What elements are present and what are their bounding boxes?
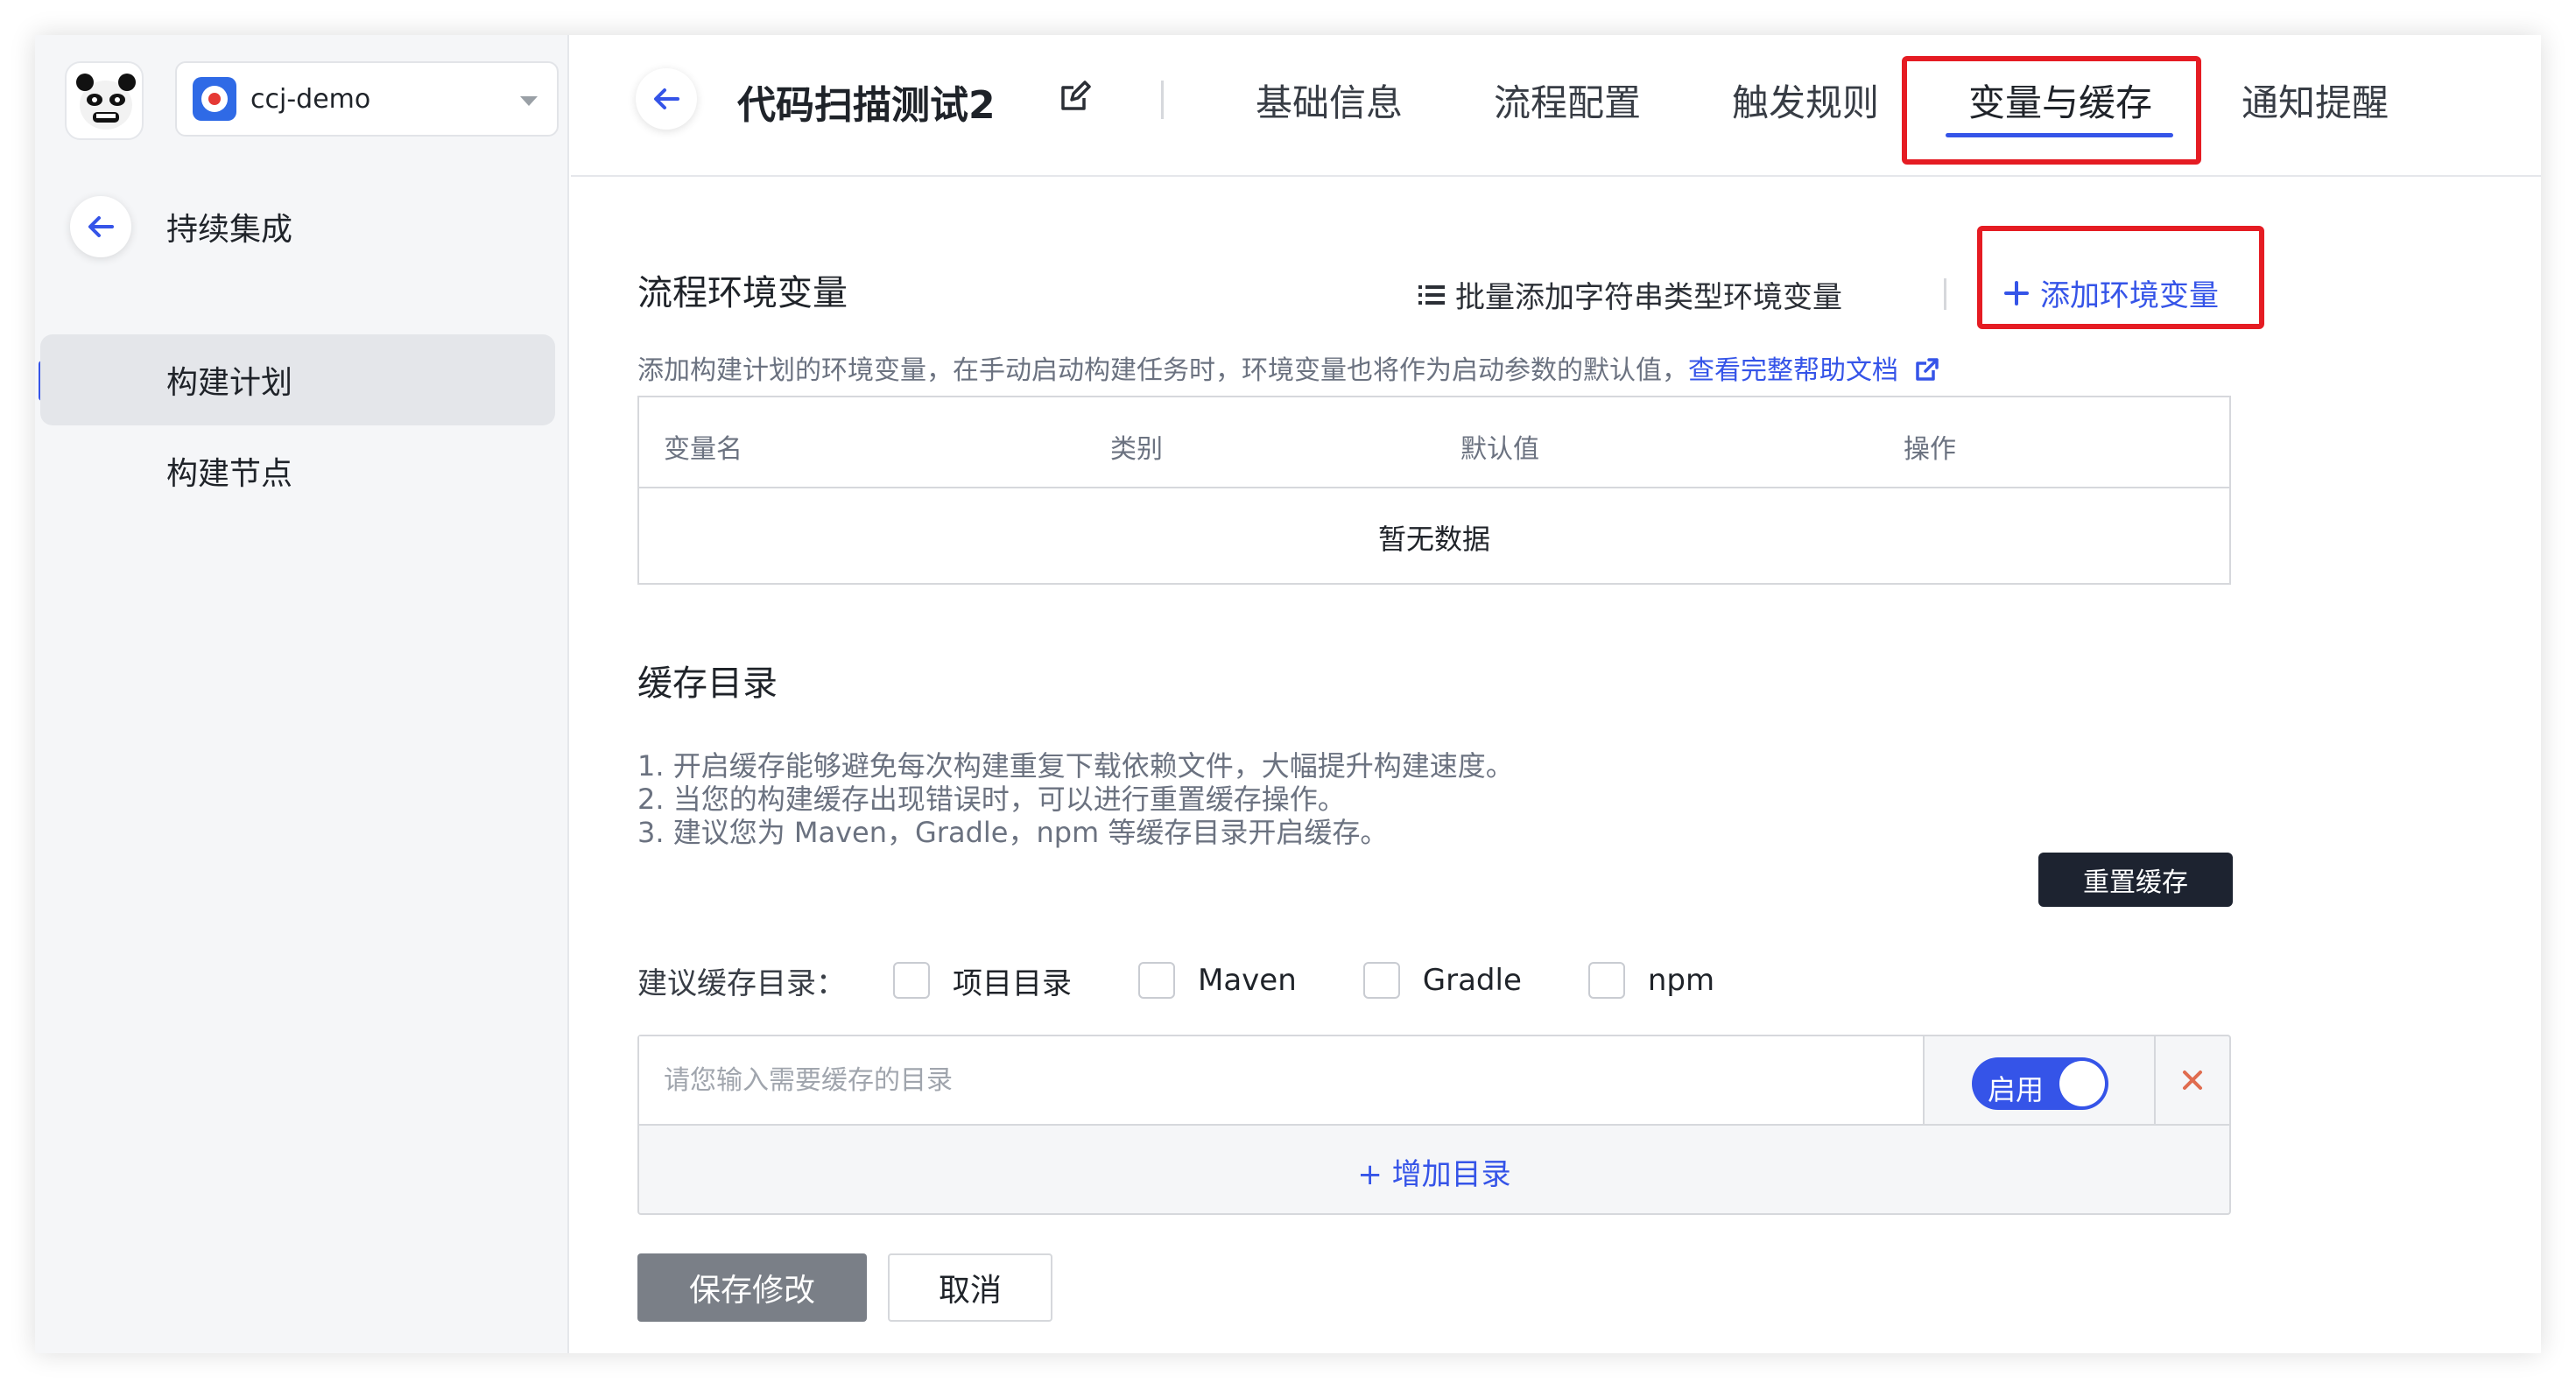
checkbox[interactable]: [1362, 962, 1400, 999]
cache-tips: 1. 开启缓存能够避免每次构建重复下载依赖文件，大幅提升构建速度。 2. 当您的…: [637, 749, 1514, 849]
back-to-ci[interactable]: 持续集成: [70, 196, 292, 257]
option-label: Gradle: [1422, 963, 1522, 998]
app-window: ccj-demo 持续集成 构建计划 构建节点 代码扫描测试2 基础信息 流程配…: [35, 35, 2541, 1353]
cache-dir-editor: 启用 + 增加目录: [637, 1035, 2231, 1215]
save-button[interactable]: 保存修改: [637, 1253, 867, 1322]
add-dir-button[interactable]: + 增加目录: [639, 1127, 2229, 1215]
tab-highlight-box: [1902, 56, 2201, 165]
project-icon: [193, 77, 236, 121]
option-label: Maven: [1198, 963, 1297, 998]
suggested-dirs-label: 建议缓存目录：: [637, 965, 846, 1001]
project-selector[interactable]: ccj-demo: [175, 61, 559, 137]
page-title: 代码扫描测试2: [737, 83, 996, 128]
table-header: 变量名 类别 默认值 操作: [639, 397, 2229, 488]
option-npm[interactable]: npm: [1587, 962, 1715, 999]
arrow-left-icon: [88, 216, 114, 237]
column-header-name: 变量名: [664, 434, 743, 465]
enable-toggle[interactable]: 启用: [1972, 1057, 2108, 1110]
suggested-cache-dirs: 建议缓存目录： 项目目录 Maven Gradle npm: [637, 958, 1781, 1003]
env-description: 添加构建计划的环境变量，在手动启动构建任务时，环境变量也将作为启动参数的默认值，…: [637, 348, 1940, 387]
edit-icon: [1061, 81, 1091, 110]
header-divider: [1161, 81, 1164, 119]
batch-add-env-button[interactable]: 批量添加字符串类型环境变量: [1417, 273, 1842, 316]
cancel-button[interactable]: 取消: [888, 1253, 1052, 1322]
cache-tip: 1. 开启缓存能够避免每次构建重复下载依赖文件，大幅提升构建速度。: [637, 749, 1514, 783]
env-section-title: 流程环境变量: [637, 273, 848, 313]
tab-notifications[interactable]: 通知提醒: [2242, 74, 2389, 127]
sidebar-item-label: 构建节点: [166, 456, 293, 492]
tab-trigger-rules[interactable]: 触发规则: [1732, 74, 1879, 127]
arrow-left-icon: [654, 88, 679, 109]
reset-cache-button[interactable]: 重置缓存: [2038, 853, 2233, 907]
cache-dir-input[interactable]: [639, 1036, 1925, 1126]
option-label: 项目目录: [953, 965, 1072, 1001]
sidebar-item-build-nodes[interactable]: 构建节点: [40, 425, 555, 516]
sidebar-item-build-plan[interactable]: 构建计划: [40, 334, 555, 425]
env-description-text: 添加构建计划的环境变量，在手动启动构建任务时，环境变量也将作为启动参数的默认值，: [637, 355, 1688, 386]
help-doc-link-label: 查看完整帮助文档: [1688, 355, 1898, 386]
batch-add-env-label: 批量添加字符串类型环境变量: [1455, 280, 1842, 315]
option-maven[interactable]: Maven: [1138, 962, 1297, 999]
table-empty-state: 暂无数据: [1377, 523, 1490, 556]
header-back-button[interactable]: [636, 68, 697, 130]
toggle-label: 启用: [1988, 1073, 2045, 1106]
checkbox[interactable]: [893, 962, 930, 999]
toggle-cell: 启用: [1925, 1036, 2156, 1126]
option-gradle[interactable]: Gradle: [1362, 962, 1522, 999]
toggle-knob: [2059, 1061, 2105, 1106]
action-divider: [1944, 278, 1946, 310]
panda-avatar-icon: [76, 74, 136, 130]
project-name: ccj-demo: [250, 83, 371, 115]
sidebar: ccj-demo 持续集成 构建计划 构建节点: [35, 35, 569, 1353]
option-label: npm: [1647, 963, 1715, 998]
env-variable-table: 变量名 类别 默认值 操作 暂无数据: [637, 396, 2231, 585]
column-header-type: 类别: [1110, 434, 1163, 465]
add-env-highlight-box: [1977, 226, 2264, 329]
cache-tip: 3. 建议您为 Maven，Gradle，npm 等缓存目录开启缓存。: [637, 816, 1389, 849]
sidebar-item-label: 构建计划: [166, 365, 293, 401]
chevron-down-icon: [520, 96, 538, 106]
cache-section-title: 缓存目录: [637, 663, 778, 704]
remove-dir-button[interactable]: [2156, 1036, 2229, 1126]
user-avatar[interactable]: [65, 61, 144, 140]
tab-flow-config[interactable]: 流程配置: [1494, 74, 1641, 127]
checkbox[interactable]: [1138, 962, 1175, 999]
checkbox[interactable]: [1587, 962, 1625, 999]
help-doc-link[interactable]: 查看完整帮助文档: [1688, 355, 1940, 386]
list-icon: [1418, 284, 1445, 305]
column-header-default: 默认值: [1460, 434, 1539, 465]
page-header: 代码扫描测试2 基础信息 流程配置 触发规则 变量与缓存 通知提醒: [571, 35, 2541, 177]
close-icon: [2183, 1071, 2202, 1090]
back-button[interactable]: [70, 196, 131, 257]
tab-basic-info[interactable]: 基础信息: [1256, 74, 1403, 127]
edit-title-button[interactable]: [1058, 79, 1093, 117]
back-to-ci-label: 持续集成: [166, 212, 293, 248]
option-project-dir[interactable]: 项目目录: [893, 959, 1072, 1002]
external-link-icon: [1915, 358, 1939, 381]
column-header-actions: 操作: [1904, 434, 1956, 465]
cache-tip: 2. 当您的构建缓存出现错误时，可以进行重置缓存操作。: [637, 783, 1346, 816]
